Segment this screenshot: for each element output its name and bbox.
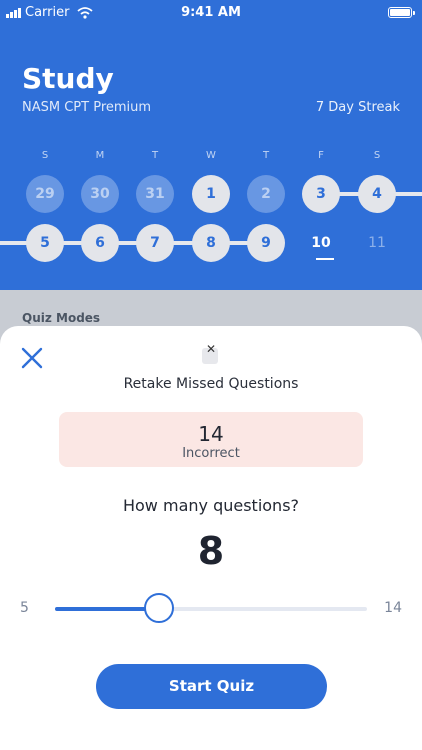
slider-max-label: 14 [384,600,402,616]
status-time: 9:41 AM [181,5,241,20]
selected-count: 8 [197,529,225,573]
calendar-day[interactable]: 11 [358,224,396,262]
calendar-day[interactable]: 8 [192,224,230,262]
weekday-label: T [262,150,270,161]
question-count-slider[interactable] [55,593,367,623]
dismiss-icon[interactable]: ✕ [202,342,218,364]
calendar-day[interactable]: 29 [26,175,64,213]
weekday-label: T [151,150,159,161]
section-heading: Quiz Modes [22,311,101,325]
weekday-label: W [206,150,216,161]
incorrect-count: 14 [198,422,224,446]
bottom-sheet: ✕ Retake Missed Questions 14 Incorrect H… [0,326,422,750]
today-indicator [316,258,334,260]
status-bar: Carrier 9:41 AM [0,0,422,28]
slider-min-label: 5 [20,600,29,616]
course-subtitle: NASM CPT Premium [22,100,152,115]
calendar-day[interactable]: 6 [81,224,119,262]
slider-thumb[interactable] [144,593,174,623]
page-title: Study [22,62,114,95]
streak-label: 7 Day Streak [315,100,400,115]
close-icon[interactable] [18,344,46,372]
question-prompt: How many questions? [122,496,300,515]
calendar-day[interactable]: 3 [302,175,340,213]
weekday-label: M [95,150,105,161]
calendar-day-label: 10 [311,235,331,251]
sheet-title: Retake Missed Questions [123,376,299,392]
start-quiz-button[interactable]: Start Quiz [96,664,327,709]
weekday-label: S [373,150,381,161]
calendar-day[interactable]: 5 [26,224,64,262]
calendar-day[interactable]: 1 [192,175,230,213]
weekday-label: S [41,150,49,161]
incorrect-label: Incorrect [182,446,240,461]
calendar-day-today[interactable]: 10 [302,224,340,262]
weekday-label: F [318,150,324,161]
calendar-day[interactable]: 30 [81,175,119,213]
calendar-day[interactable]: 31 [136,175,174,213]
calendar-day[interactable]: 9 [247,224,285,262]
study-header: Carrier 9:41 AM Study NASM CPT Premium 7… [0,0,422,290]
calendar-day[interactable]: 4 [358,175,396,213]
calendar-day[interactable]: 7 [136,224,174,262]
incorrect-card: 14 Incorrect [59,412,363,467]
battery-icon [388,7,415,18]
calendar-day[interactable]: 2 [247,175,285,213]
